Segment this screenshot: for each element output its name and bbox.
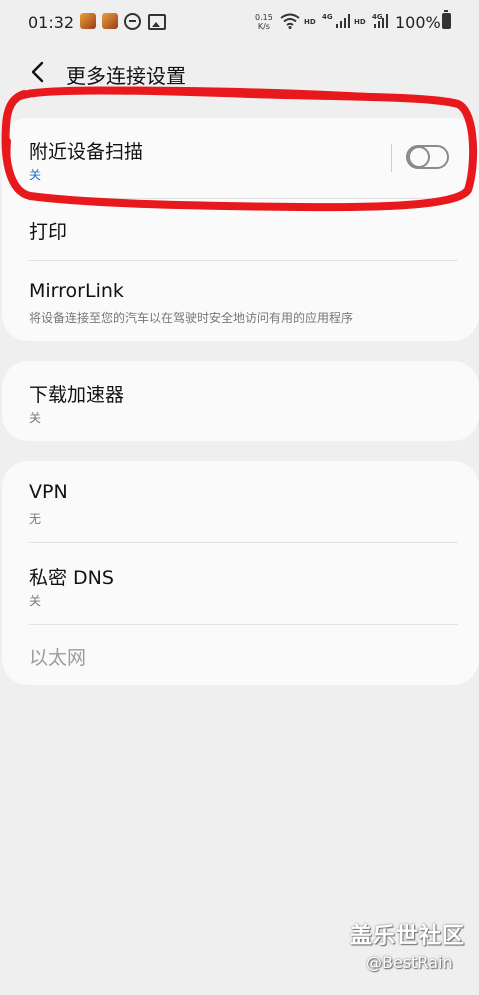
private-dns-status: 关 [29, 594, 42, 608]
network-type-indicator: 4G [322, 13, 333, 21]
nearby-device-scanning-title: 附近设备扫描 [29, 141, 144, 163]
print-item[interactable]: 打印 [2, 199, 479, 259]
back-arrow-icon[interactable] [26, 60, 50, 84]
download-booster-status: 关 [29, 411, 42, 425]
download-booster-item[interactable]: 下载加速器 关 [2, 361, 479, 441]
nearby-device-scanning-item[interactable]: 附近设备扫描 关 [2, 118, 479, 198]
wifi-icon [280, 13, 300, 29]
vpn-item[interactable]: VPN 无 [2, 461, 479, 542]
battery-percent: 100% [395, 13, 441, 32]
vpn-title: VPN [29, 481, 68, 503]
toggle-knob [408, 146, 430, 168]
mirrorlink-title: MirrorLink [29, 280, 124, 302]
battery-icon [442, 10, 451, 29]
gallery-icon [148, 14, 166, 30]
status-time: 01:32 [28, 13, 75, 32]
app-bar: 更多连接设置 [0, 52, 479, 92]
settings-card-general: 附近设备扫描 关 打印 MirrorLink 将设备连接至您的汽车以在驾驶时安全… [2, 118, 479, 341]
private-dns-item[interactable]: 私密 DNS 关 [2, 543, 479, 624]
nearby-device-scanning-toggle[interactable] [406, 145, 449, 169]
ethernet-title: 以太网 [29, 647, 87, 669]
download-booster-title: 下载加速器 [29, 384, 125, 406]
mirrorlink-item[interactable]: MirrorLink 将设备连接至您的汽车以在驾驶时安全地访问有用的应用程序 [2, 261, 479, 341]
signal-icon [336, 14, 350, 28]
do-not-disturb-icon [124, 13, 141, 30]
nearby-device-scanning-status: 关 [29, 168, 42, 182]
game-app-icon [80, 13, 96, 29]
divider-vertical [391, 144, 392, 172]
network-speed: 0.15 K/s [255, 13, 273, 31]
status-bar: 01:32 0.15 K/s HD 4G HD 4G 100% [0, 0, 479, 44]
hd-voice-indicator: HD [304, 18, 316, 26]
print-title: 打印 [29, 221, 68, 243]
ethernet-item: 以太网 [2, 625, 479, 685]
settings-card-download-booster: 下载加速器 关 [2, 361, 479, 441]
watermark-title: 盖乐世社区 [350, 924, 466, 949]
vpn-status: 无 [29, 512, 42, 526]
private-dns-title: 私密 DNS [29, 567, 114, 589]
hd-voice-indicator: HD [354, 18, 366, 26]
game-app-icon [102, 13, 118, 29]
page-title: 更多连接设置 [66, 64, 186, 88]
mirrorlink-description: 将设备连接至您的汽车以在驾驶时安全地访问有用的应用程序 [29, 311, 354, 325]
settings-card-network: VPN 无 私密 DNS 关 以太网 [2, 461, 479, 685]
signal-icon [374, 14, 388, 28]
watermark-author: @BestRain [366, 953, 453, 972]
